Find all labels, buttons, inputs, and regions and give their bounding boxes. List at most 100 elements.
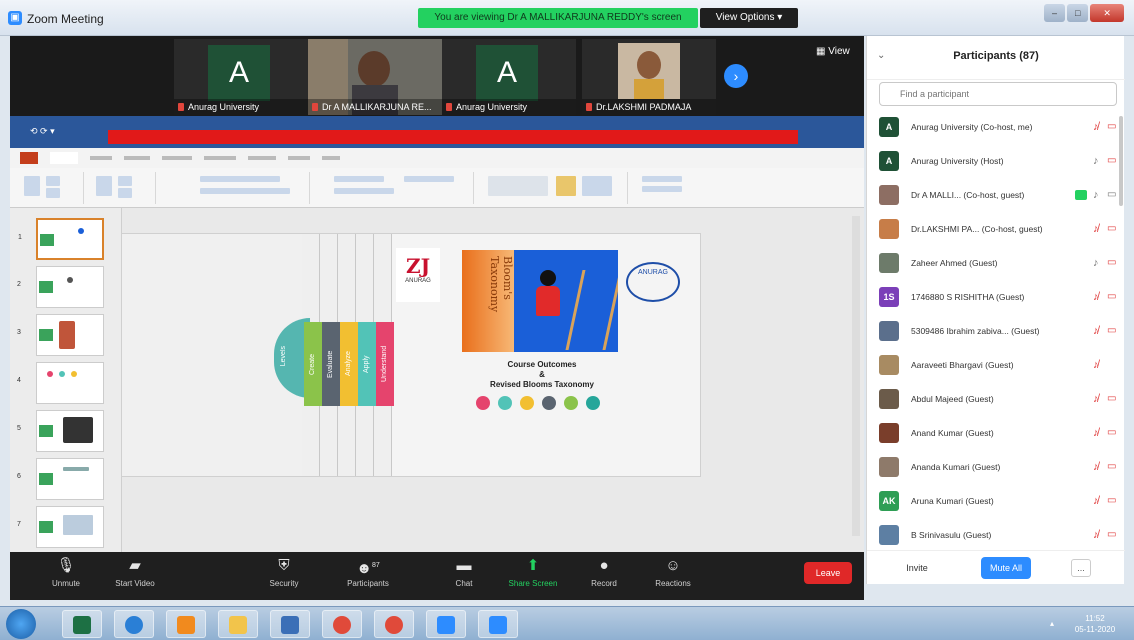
tile-name: Anurag University xyxy=(442,99,576,115)
participant-row[interactable]: Aaraveeti Bhargavi (Guest) ♪̸ xyxy=(867,350,1125,382)
participant-row[interactable]: AK Aruna Kumari (Guest) ♪̸ ▭ xyxy=(867,486,1125,518)
ribbon-tab xyxy=(162,156,192,160)
video-off-icon[interactable]: ▭ xyxy=(1107,223,1116,234)
participant-name: Anand Kumar (Guest) xyxy=(911,428,994,438)
mic-muted-icon[interactable]: ♪̸ xyxy=(1093,359,1099,371)
close-button[interactable]: ✕ xyxy=(1090,4,1124,22)
participant-name: Ananda Kumari (Guest) xyxy=(911,462,1001,472)
video-off-icon[interactable]: ▭ xyxy=(1107,461,1116,472)
mic-muted-icon[interactable]: ♪̸ xyxy=(1093,223,1099,235)
participant-row[interactable]: A Anurag University (Host) ♪ ▭ xyxy=(867,146,1125,178)
anurag-seal: ANURAG xyxy=(626,262,680,302)
ribbon-tab xyxy=(124,156,150,160)
taskbar-chrome[interactable] xyxy=(322,610,362,638)
taskbar-chrome[interactable] xyxy=(374,610,414,638)
mic-icon[interactable]: ♪ xyxy=(1093,189,1099,201)
video-off-icon[interactable]: ▭ xyxy=(1107,257,1116,268)
video-off-icon[interactable]: ▭ xyxy=(1107,393,1116,404)
mic-muted-icon[interactable]: ♪̸ xyxy=(1093,325,1099,337)
mic-icon[interactable]: ♪ xyxy=(1093,257,1099,269)
mic-muted-icon[interactable]: ♪̸ xyxy=(1093,427,1099,439)
participant-row[interactable]: A Anurag University (Co-host, me) ♪̸ ▭ xyxy=(867,112,1125,144)
video-tile[interactable]: A Anurag University xyxy=(174,39,308,115)
panel-scrollbar[interactable] xyxy=(1119,116,1123,206)
view-button[interactable]: ▦ View xyxy=(816,46,850,57)
minimize-button[interactable]: – xyxy=(1044,4,1066,22)
participants-button[interactable]: ☻87 Participants xyxy=(336,556,400,588)
video-tile[interactable]: Dr A MALLIKARJUNA RE... xyxy=(308,39,442,115)
next-page-arrow-icon[interactable]: › xyxy=(724,64,748,88)
avatar xyxy=(879,457,899,477)
video-off-icon[interactable]: ▭ xyxy=(1107,121,1116,132)
mic-muted-icon[interactable]: ♪̸ xyxy=(1093,393,1099,405)
more-button[interactable]: ... xyxy=(1071,559,1091,577)
video-off-icon[interactable]: ▭ xyxy=(1107,291,1116,302)
level-bar: Create xyxy=(304,322,322,406)
record-button[interactable]: ● Record xyxy=(584,556,624,588)
taskbar-zoom[interactable] xyxy=(478,610,518,638)
participant-row[interactable]: 5309486 Ibrahim zabiva... (Guest) ♪̸ ▭ xyxy=(867,316,1125,348)
mic-muted-icon[interactable]: ♪̸ xyxy=(1093,461,1099,473)
mic-muted-icon[interactable]: ♪̸ xyxy=(1093,495,1099,507)
share-screen-icon: ⬆ xyxy=(526,557,540,574)
file-tab xyxy=(20,152,38,164)
video-off-icon[interactable]: ▭ xyxy=(1107,529,1116,540)
ribbon-tab xyxy=(288,156,310,160)
mic-muted-icon[interactable]: ♪̸ xyxy=(1093,529,1099,541)
video-off-icon[interactable]: ▭ xyxy=(1107,495,1116,506)
slide-thumbnail[interactable]: 7 xyxy=(17,506,104,548)
participants-panel: ⌄ Participants (87) ⌕ AAnurag University… xyxy=(866,36,1125,584)
video-tile[interactable]: Dr.LAKSHMI PADMAJA xyxy=(582,39,716,115)
taskbar-app[interactable] xyxy=(270,610,310,638)
video-off-icon[interactable]: ▭ xyxy=(1107,155,1116,166)
start-button[interactable] xyxy=(6,609,36,639)
participant-row[interactable]: Dr A MALLI... (Co-host, guest) ♪ ▭ xyxy=(867,180,1125,212)
video-off-icon[interactable]: ▭ xyxy=(1107,427,1116,438)
taskbar-zoom[interactable] xyxy=(426,610,466,638)
video-icon[interactable]: ▭ xyxy=(1107,189,1116,200)
taskbar-excel[interactable] xyxy=(62,610,102,638)
mute-all-button[interactable]: Mute All xyxy=(981,557,1031,579)
slide-thumbnail[interactable]: 4 xyxy=(17,362,104,404)
participant-row[interactable]: Zaheer Ahmed (Guest) ♪ ▭ xyxy=(867,248,1125,280)
ribbon xyxy=(10,168,864,208)
taskbar-folder[interactable] xyxy=(218,610,258,638)
unmute-button[interactable]: 🎙︎ Unmute xyxy=(36,556,96,588)
participant-row[interactable]: Anand Kumar (Guest) ♪̸ ▭ xyxy=(867,418,1125,450)
search-input[interactable] xyxy=(879,82,1117,106)
mic-muted-icon[interactable]: ♪̸ xyxy=(1093,291,1099,303)
mic-muted-icon: 🎙︎ xyxy=(56,557,76,574)
mic-muted-icon[interactable]: ♪̸ xyxy=(1093,121,1099,133)
avatar xyxy=(879,389,899,409)
slide-thumbnail[interactable]: 3 xyxy=(17,314,104,356)
slide-thumbnail[interactable]: 1 xyxy=(18,218,104,260)
start-video-button[interactable]: ▰ Start Video xyxy=(102,556,168,588)
video-tile[interactable]: A Anurag University xyxy=(442,39,576,115)
security-button[interactable]: ⛨ Security xyxy=(254,556,314,588)
participant-row[interactable]: Abdul Majeed (Guest) ♪̸ ▭ xyxy=(867,384,1125,416)
slides-group xyxy=(90,172,156,204)
tray-icon[interactable]: ▴ xyxy=(1050,619,1054,628)
tile-name: Dr.LAKSHMI PADMAJA xyxy=(582,99,716,115)
view-options-button[interactable]: View Options ▾ xyxy=(700,8,798,28)
participant-row[interactable]: Ananda Kumari (Guest) ♪̸ ▭ xyxy=(867,452,1125,484)
window-title: Zoom Meeting xyxy=(27,12,104,26)
mic-icon[interactable]: ♪ xyxy=(1093,155,1099,167)
participant-row[interactable]: 1S 1746880 S RISHITHA (Guest) ♪̸ ▭ xyxy=(867,282,1125,314)
participant-row[interactable]: Dr.LAKSHMI PA... (Co-host, guest) ♪̸ ▭ xyxy=(867,214,1125,246)
chat-button[interactable]: ▬ Chat xyxy=(444,556,484,588)
participant-row[interactable]: B Srinivasulu (Guest) ♪̸ ▭ xyxy=(867,520,1125,550)
invite-button[interactable]: Invite xyxy=(897,557,937,579)
maximize-button[interactable]: □ xyxy=(1067,4,1089,22)
taskbar-ie[interactable] xyxy=(114,610,154,638)
leave-button[interactable]: Leave xyxy=(804,562,852,584)
slide-thumbnail[interactable]: 6 xyxy=(17,458,104,500)
reactions-button[interactable]: ☺ Reactions xyxy=(646,556,700,588)
vertical-scrollbar[interactable] xyxy=(852,216,860,536)
taskbar-media[interactable] xyxy=(166,610,206,638)
slide-thumbnail[interactable]: 2 xyxy=(17,266,104,308)
video-off-icon[interactable]: ▭ xyxy=(1107,325,1116,336)
participant-name: Anurag University (Co-host, me) xyxy=(911,122,1033,132)
slide-thumbnail[interactable]: 5 xyxy=(17,410,104,452)
share-screen-button[interactable]: ⬆ Share Screen xyxy=(498,556,568,588)
